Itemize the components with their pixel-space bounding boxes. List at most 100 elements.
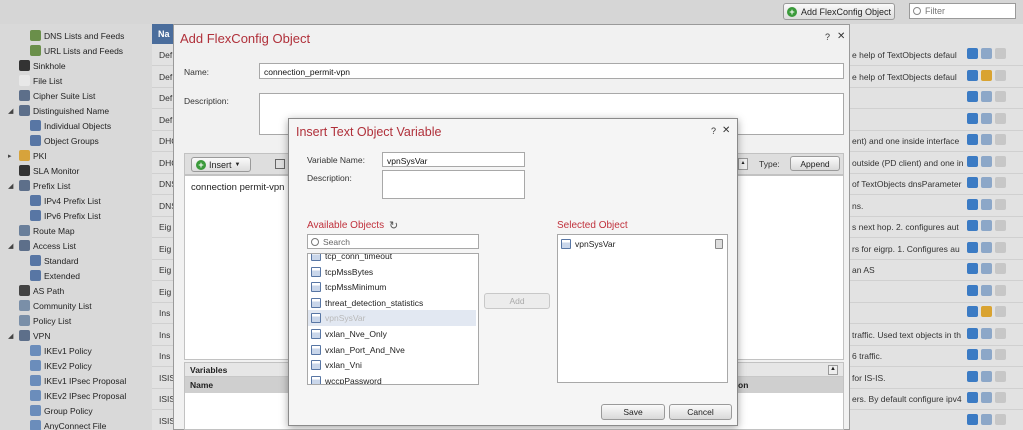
view-icon[interactable] [981, 48, 992, 59]
help-icon[interactable]: ? [711, 126, 716, 136]
evaluate-icon[interactable] [967, 177, 978, 188]
view-icon[interactable] [981, 198, 992, 210]
sidebar-item[interactable]: ▸ PKI [8, 148, 47, 163]
sidebar-item[interactable]: Object Groups [30, 133, 99, 148]
view-icon[interactable] [981, 220, 992, 231]
sidebar-item[interactable]: ◢ Prefix List [8, 178, 70, 193]
evaluate-icon[interactable] [967, 413, 978, 425]
list-item[interactable]: tcpMssBytes [308, 264, 476, 280]
selected-objects-list[interactable]: vpnSysVar [557, 234, 728, 383]
sidebar-item[interactable]: DNS Lists and Feeds [30, 28, 124, 43]
view-icon[interactable] [981, 349, 992, 360]
sidebar-item[interactable]: Community List [8, 298, 92, 313]
evaluate-icon[interactable] [967, 112, 978, 124]
view-icon[interactable] [981, 413, 992, 425]
edit-icon[interactable] [981, 69, 992, 81]
evaluate-icon[interactable] [967, 155, 978, 167]
sidebar-item[interactable]: Cipher Suite List [8, 88, 95, 103]
expand-toggle-icon[interactable]: ◢ [8, 107, 16, 115]
sidebar-item[interactable]: Standard [30, 253, 79, 268]
dropdown-arrow-icon[interactable]: ▴ [738, 158, 748, 170]
delete-icon[interactable] [995, 220, 1006, 231]
delete-icon[interactable] [995, 198, 1006, 210]
view-icon[interactable] [981, 392, 992, 403]
sidebar-item[interactable]: Policy List [8, 313, 71, 328]
evaluate-icon[interactable] [967, 241, 978, 253]
list-item[interactable]: vxlan_Nve_Only [308, 326, 476, 342]
evaluate-icon[interactable] [967, 306, 978, 317]
filter-input[interactable]: Filter [909, 3, 1016, 19]
evaluate-icon[interactable] [967, 69, 978, 81]
collapse-icon[interactable]: ▲ [828, 365, 838, 375]
save-button[interactable]: Save [601, 404, 665, 420]
delete-icon[interactable] [715, 239, 723, 249]
view-icon[interactable] [981, 112, 992, 124]
view-icon[interactable] [981, 177, 992, 188]
sidebar-item[interactable]: URL Lists and Feeds [30, 43, 123, 58]
sidebar-item[interactable]: File List [8, 73, 62, 88]
sidebar-item[interactable]: Sinkhole [8, 58, 66, 73]
view-icon[interactable] [981, 284, 992, 296]
evaluate-icon[interactable] [967, 48, 978, 59]
expand-toggle-icon[interactable]: ▸ [8, 152, 16, 160]
sidebar-item[interactable]: IKEv2 Policy [30, 358, 92, 373]
add-flexconfig-object-button[interactable]: + Add FlexConfig Object [783, 3, 895, 20]
sidebar-item[interactable]: Route Map [8, 223, 75, 238]
delete-icon[interactable] [995, 370, 1006, 382]
help-icon[interactable]: ? [825, 32, 830, 42]
sidebar-item[interactable]: IKEv1 Policy [30, 343, 92, 358]
description-field[interactable] [382, 170, 525, 199]
sidebar-item[interactable]: Individual Objects [30, 118, 111, 133]
sidebar-item[interactable]: IKEv2 IPsec Proposal [30, 388, 126, 403]
expand-toggle-icon[interactable]: ◢ [8, 242, 16, 250]
delete-icon[interactable] [995, 241, 1006, 253]
view-icon[interactable] [981, 241, 992, 253]
delete-icon[interactable] [995, 413, 1006, 425]
list-item[interactable]: wccpPassword [308, 373, 476, 384]
evaluate-icon[interactable] [967, 349, 978, 360]
evaluate-icon[interactable] [967, 263, 978, 274]
sidebar-item[interactable]: ◢ VPN [8, 328, 50, 343]
view-icon[interactable] [981, 370, 992, 382]
view-icon[interactable] [981, 155, 992, 167]
sidebar-item[interactable]: IKEv1 IPsec Proposal [30, 373, 126, 388]
cancel-button[interactable]: Cancel [669, 404, 732, 420]
evaluate-icon[interactable] [967, 220, 978, 231]
evaluate-icon[interactable] [967, 284, 978, 296]
available-objects-list[interactable]: tcp_conn_timeout tcpMssBytes tcpMssMinimum… [307, 253, 479, 385]
refresh-icon[interactable]: ↻ [389, 219, 398, 232]
variables-col-right[interactable]: on [738, 380, 748, 390]
variables-col-name[interactable]: Name [190, 380, 213, 390]
view-icon[interactable] [981, 91, 992, 102]
expand-toggle-icon[interactable]: ◢ [8, 182, 16, 190]
list-item[interactable]: tcp_conn_timeout [308, 254, 476, 264]
delete-icon[interactable] [995, 48, 1006, 59]
search-input[interactable]: Search [307, 234, 479, 249]
selected-list-item[interactable]: vpnSysVar [558, 236, 727, 252]
view-icon[interactable] [981, 263, 992, 274]
delete-icon[interactable] [995, 69, 1006, 81]
insert-button[interactable]: + Insert ▼ [191, 157, 251, 172]
evaluate-icon[interactable] [967, 134, 978, 145]
evaluate-icon[interactable] [967, 91, 978, 102]
sidebar-item[interactable]: SLA Monitor [8, 163, 79, 178]
list-item[interactable]: threat_detection_statistics [308, 295, 476, 311]
view-icon[interactable] [981, 134, 992, 145]
delete-icon[interactable] [995, 177, 1006, 188]
sidebar-item[interactable]: Extended [30, 268, 80, 283]
evaluate-icon[interactable] [967, 327, 978, 339]
delete-icon[interactable] [995, 327, 1006, 339]
list-item[interactable]: vpnSysVar [308, 310, 476, 327]
evaluate-icon[interactable] [967, 370, 978, 382]
delete-icon[interactable] [995, 284, 1006, 296]
delete-icon[interactable] [995, 349, 1006, 360]
evaluate-icon[interactable] [967, 198, 978, 210]
view-icon[interactable] [981, 327, 992, 339]
delete-icon[interactable] [995, 91, 1006, 102]
sidebar-item[interactable]: AnyConnect File [30, 418, 106, 430]
sidebar-item[interactable]: IPv6 Prefix List [30, 208, 101, 223]
name-field[interactable]: connection_permit-vpn [259, 63, 844, 79]
list-item[interactable]: tcpMssMinimum [308, 279, 476, 295]
sidebar-item[interactable]: AS Path [8, 283, 64, 298]
variable-name-field[interactable]: vpnSysVar [382, 152, 525, 167]
